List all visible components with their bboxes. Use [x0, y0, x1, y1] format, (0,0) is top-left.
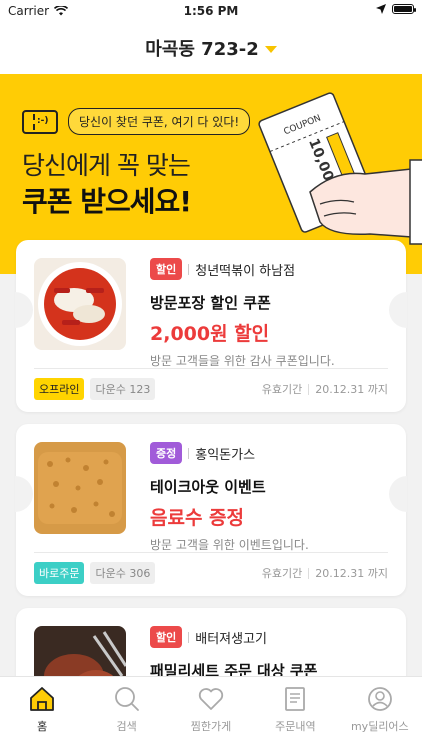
tab-label: 검색 [116, 720, 137, 733]
location-arrow-icon [376, 4, 386, 14]
valid-label: 유효기간 [261, 567, 303, 580]
tab-label: 주문내역 [275, 720, 316, 733]
coupon-type-chip: 바로주문 [34, 562, 85, 584]
tab-favorites[interactable]: 찜한가게 [169, 677, 253, 750]
valid-label: 유효기간 [261, 383, 303, 396]
user-icon [367, 687, 392, 711]
valid-until: 20.12.31 까지 [315, 567, 388, 580]
coupon-thumbnail [34, 442, 126, 534]
tab-label: my딜리어스 [350, 720, 409, 733]
heart-icon [198, 688, 224, 710]
coupon-description: 방문 고객들을 위한 감사 쿠폰입니다. [150, 354, 335, 368]
coupon-thumbnail [34, 258, 126, 350]
coupon-title: 방문포장 할인 쿠폰 [150, 294, 271, 312]
coupon-category-badge: 할인 [150, 258, 183, 280]
tab-my-page[interactable]: my딜리어스 [338, 677, 422, 750]
store-name: 배터져생고기 [195, 631, 268, 647]
tab-orders[interactable]: 주문내역 [253, 677, 337, 750]
battery-icon [392, 4, 416, 14]
tab-label: 홈 [37, 720, 48, 733]
coupon-type-chip: 오프라인 [34, 378, 85, 400]
location-selector[interactable]: 마곡동 723-2 [0, 22, 422, 74]
tab-label: 찜한가게 [190, 720, 232, 733]
home-icon [30, 687, 55, 711]
download-count: 다운수 123 [90, 378, 156, 400]
banner-headline: 당신에게 꼭 맞는 [22, 151, 191, 180]
coupon-benefit: 음료수 증정 [150, 507, 245, 529]
coupon-category-badge: 할인 [150, 626, 183, 648]
coupon-benefit: 2,000원 할인 [150, 323, 270, 345]
banner-tag-text: 당신이 찾던 쿠폰, 여기 다 있다! [68, 108, 251, 135]
coupon-description: 방문 고객을 위한 이벤트입니다. [150, 538, 309, 552]
coupon-title: 테이크아웃 이벤트 [150, 478, 266, 496]
caret-down-icon [264, 45, 277, 53]
search-icon [114, 687, 139, 711]
coupon-category-badge: 증정 [150, 442, 183, 464]
banner-subheadline: 쿠폰 받으세요! [22, 185, 192, 218]
store-name: 홍익돈가스 [195, 447, 256, 463]
valid-until: 20.12.31 까지 [315, 383, 388, 396]
banner-tag: :-) 당신이 찾던 쿠폰, 여기 다 있다! [22, 108, 251, 135]
clock: 1:56 PM [183, 4, 239, 18]
status-bar: Carrier 1:56 PM [0, 0, 422, 22]
download-count: 다운수 306 [90, 562, 156, 584]
coupon-card[interactable]: 증정 홍익돈가스 테이크아웃 이벤트 음료수 증정 방문 고객을 위한 이벤트입… [15, 424, 407, 596]
store-name: 청년떡볶이 하남점 [195, 263, 296, 279]
bottom-tab-bar: 홈 검색 찜한가게 주문내역 my딜리어스 [0, 676, 422, 750]
tab-search[interactable]: 검색 [84, 677, 168, 750]
location-address: 마곡동 723-2 [145, 39, 259, 60]
coupon-card[interactable]: 할인 청년떡볶이 하남점 방문포장 할인 쿠폰 2,000원 할인 방문 고객들… [15, 240, 407, 412]
ticket-icon: :-) [22, 109, 58, 134]
tab-home[interactable]: 홈 [0, 677, 84, 750]
receipt-icon [285, 687, 306, 711]
